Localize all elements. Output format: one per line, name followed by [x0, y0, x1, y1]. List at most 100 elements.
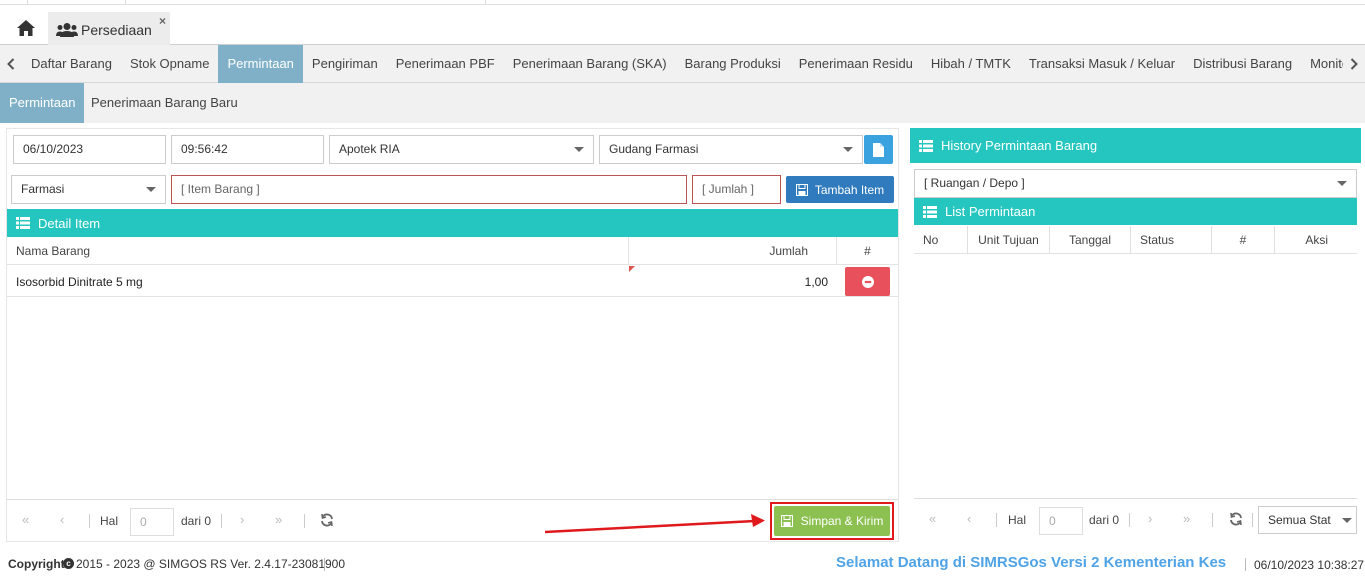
home-icon — [17, 20, 35, 36]
divider — [304, 514, 305, 528]
menu-item-distribusi-barang[interactable]: Distribusi Barang — [1184, 45, 1301, 83]
tambah-item-button[interactable]: Tambah Item — [786, 176, 894, 203]
col-aksi: Aksi — [1305, 233, 1328, 247]
delete-row-button[interactable] — [845, 267, 890, 296]
menu-item-monitoring[interactable]: Monitoring — [1301, 45, 1343, 83]
history-panel: History Permintaan Barang [ Ruangan / De… — [910, 128, 1361, 542]
divider — [89, 514, 90, 528]
first-page-icon[interactable]: « — [929, 511, 936, 526]
history-header: History Permintaan Barang — [910, 128, 1361, 163]
kategori-select[interactable]: Farmasi — [11, 175, 166, 204]
close-tab-icon[interactable]: × — [159, 14, 166, 28]
gudang-select-value: Gudang Farmasi — [609, 142, 699, 156]
time-field[interactable]: 09:56:42 — [171, 135, 324, 164]
list-permintaan-header: List Permintaan — [914, 198, 1357, 225]
footer-datetime: 06/10/2023 10:38:27 — [1254, 558, 1365, 572]
menu-item-stok-opname[interactable]: Stok Opname — [121, 45, 219, 83]
sub-menu-bar: Permintaan Penerimaan Barang Baru — [0, 83, 1365, 123]
next-page-icon[interactable]: › — [240, 512, 244, 527]
users-icon — [56, 23, 78, 37]
ruangan-placeholder: [ Ruangan / Depo ] — [924, 176, 1025, 190]
divider — [1130, 226, 1131, 254]
history-title: History Permintaan Barang — [941, 138, 1098, 153]
list-icon — [16, 217, 30, 229]
unit-select[interactable]: Apotek RIA — [329, 135, 594, 164]
tab-title: Persediaan — [81, 22, 152, 38]
simpan-kirim-button[interactable]: Simpan & Kirim — [774, 506, 890, 536]
chevron-down-icon — [146, 187, 156, 192]
page-input[interactable]: 0 — [130, 508, 174, 536]
copyright-icon: c — [63, 558, 74, 569]
col-unit-tujuan: Unit Tujuan — [978, 233, 1039, 247]
edited-cell-marker — [629, 266, 635, 272]
menu-item-pengiriman[interactable]: Pengiriman — [303, 45, 387, 83]
refresh-icon[interactable] — [320, 513, 334, 530]
prev-page-icon[interactable]: ‹ — [60, 512, 64, 527]
copyright-label: Copyright — [8, 557, 65, 571]
menu-item-permintaan[interactable]: Permintaan — [218, 45, 303, 83]
divider — [1245, 558, 1246, 571]
welcome-text: Selamat Datang di SIMRSGos Versi 2 Kemen… — [836, 554, 1227, 571]
top-strip-seg — [126, 0, 486, 4]
menu-item-penerimaan-residu[interactable]: Penerimaan Residu — [790, 45, 922, 83]
prev-page-icon[interactable]: ‹ — [967, 511, 971, 526]
item-barang-input[interactable]: [ Item Barang ] — [171, 175, 687, 204]
last-page-icon[interactable]: » — [275, 512, 282, 527]
menu-scroll-right-icon[interactable] — [1343, 45, 1365, 83]
divider — [1129, 513, 1130, 527]
version-text: 2015 - 2023 @ SIMGOS RS Ver. 2.4.17-2308… — [76, 557, 346, 571]
right-pagination: « ‹ Hal 0 dari 0 › » Semua Stat — [914, 498, 1357, 540]
menu-item-penerimaan-pbf[interactable]: Penerimaan PBF — [387, 45, 504, 83]
row-nama-barang: Isosorbid Dinitrate 5 mg — [16, 275, 143, 289]
status-filter-select[interactable]: Semua Stat — [1258, 506, 1357, 534]
last-page-icon[interactable]: » — [1183, 511, 1190, 526]
menu-item-transaksi-masuk-keluar[interactable]: Transaksi Masuk / Keluar — [1020, 45, 1184, 83]
home-button[interactable] — [6, 15, 46, 41]
chevron-down-icon — [843, 147, 853, 152]
refresh-icon[interactable] — [1229, 512, 1243, 529]
row-jumlah[interactable]: 1,00 — [767, 275, 828, 289]
menu-item-penerimaan-barang-ska[interactable]: Penerimaan Barang (SKA) — [504, 45, 676, 83]
page-input[interactable]: 0 — [1039, 507, 1083, 535]
divider — [221, 514, 222, 528]
kategori-select-value: Farmasi — [21, 182, 65, 196]
top-strip-seg — [28, 0, 126, 4]
app-tab-bar: Persediaan × — [0, 5, 1365, 48]
list-permintaan-title: List Permintaan — [945, 204, 1036, 219]
hal-label: Hal — [1008, 513, 1027, 527]
date-field[interactable]: 06/10/2023 — [13, 135, 166, 164]
menu-item-daftar-barang[interactable]: Daftar Barang — [22, 45, 121, 83]
chevron-down-icon — [574, 147, 584, 152]
page-count: dari 0 — [1089, 513, 1120, 527]
menu-scroll-left-icon[interactable] — [0, 45, 22, 83]
detail-item-title: Detail Item — [38, 215, 101, 231]
simpan-kirim-label: Simpan & Kirim — [800, 514, 884, 528]
tab-persediaan[interactable]: Persediaan × — [48, 12, 170, 48]
module-menu-bar: Daftar Barang Stok Opname Permintaan Pengir… — [0, 45, 1365, 83]
table-row[interactable]: Isosorbid Dinitrate 5 mg 1,00 — [7, 266, 898, 297]
col-status: Status — [1140, 233, 1175, 247]
next-page-icon[interactable]: › — [1148, 511, 1152, 526]
page-count: dari 0 — [181, 514, 212, 528]
minus-circle-icon — [861, 275, 874, 288]
divider — [324, 558, 325, 571]
tambah-item-label: Tambah Item — [814, 182, 885, 197]
status-filter-value: Semua Stat — [1268, 513, 1331, 527]
chevron-down-icon — [1342, 518, 1352, 523]
gudang-select[interactable]: Gudang Farmasi — [599, 135, 863, 164]
jumlah-input[interactable]: [ Jumlah ] — [692, 175, 781, 204]
submenu-permintaan[interactable]: Permintaan — [0, 83, 85, 123]
first-page-icon[interactable]: « — [22, 512, 29, 527]
ruangan-select[interactable]: [ Ruangan / Depo ] — [914, 169, 1357, 198]
menu-item-barang-produksi[interactable]: Barang Produksi — [676, 45, 790, 83]
hal-label: Hal — [100, 514, 119, 528]
item-barang-placeholder: [ Item Barang ] — [181, 182, 260, 196]
divider — [996, 513, 997, 527]
detail-item-header: Detail Item — [7, 209, 898, 237]
welcome-marquee: Selamat Datang di SIMRSGos Versi 2 Kemen… — [836, 554, 1238, 574]
submenu-penerimaan-barang-baru[interactable]: Penerimaan Barang Baru — [82, 83, 247, 123]
divider — [1252, 513, 1253, 527]
footer: Copyright c 2015 - 2023 @ SIMGOS RS Ver.… — [0, 550, 1365, 577]
menu-item-hibah-tmtk[interactable]: Hibah / TMTK — [922, 45, 1020, 83]
new-document-button[interactable] — [864, 135, 893, 164]
